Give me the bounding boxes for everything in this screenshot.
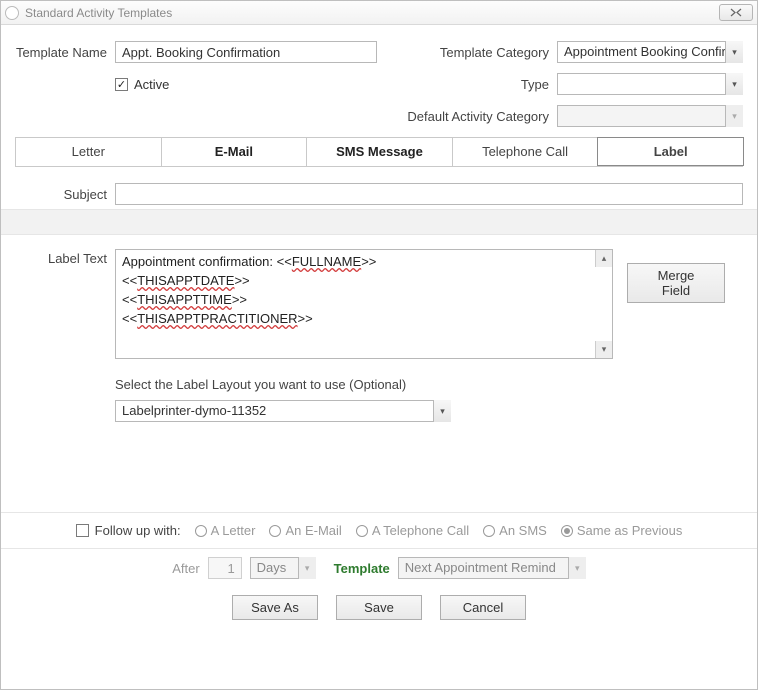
tab-label[interactable]: Label [597, 137, 744, 166]
template-category-value: Appointment Booking Confirmat [557, 41, 743, 63]
subject-input[interactable] [115, 183, 743, 205]
window-close-button[interactable] [719, 4, 753, 21]
label-text-label: Label Text [15, 249, 115, 359]
followup-bar: Follow up with: A Letter An E-Mail A Tel… [1, 512, 757, 549]
followup-radio-sms[interactable]: An SMS [483, 523, 547, 538]
spacer [1, 426, 757, 512]
followup-label: Follow up with: [95, 523, 181, 538]
radio-icon [483, 525, 495, 537]
tab-letter[interactable]: Letter [15, 137, 162, 166]
subject-label: Subject [15, 187, 115, 202]
chevron-down-icon: ▾ [725, 41, 743, 63]
after-unit-select[interactable]: Days ▾ [250, 557, 316, 579]
label-text-line3: <<THISAPPTTIME>> [122, 290, 592, 309]
after-row: After Days ▾ Template Next Appointment R… [1, 549, 757, 579]
followup-checkbox[interactable]: Follow up with: [76, 523, 181, 538]
window-title: Standard Activity Templates [25, 6, 719, 20]
radio-icon [269, 525, 281, 537]
label-text-line4: <<THISAPPTPRACTITIONER>> [122, 309, 592, 328]
chevron-down-icon: ▾ [725, 105, 743, 127]
tab-sms[interactable]: SMS Message [306, 137, 453, 166]
default-activity-category-label: Default Activity Category [15, 109, 557, 124]
label-text-textarea[interactable]: Appointment confirmation: <<FULLNAME>> <… [115, 249, 613, 359]
tab-strip: Letter E-Mail SMS Message Telephone Call… [15, 137, 743, 167]
template-category-label: Template Category [377, 45, 557, 60]
save-as-button[interactable]: Save As [232, 595, 318, 620]
default-activity-category-select[interactable]: ▾ [557, 105, 743, 127]
label-layout-value: Labelprinter-dymo-11352 [115, 400, 451, 422]
merge-token: THISAPPTPRACTITIONER [137, 311, 297, 326]
template-label: Template [334, 561, 390, 576]
type-label: Type [377, 77, 557, 92]
window-frame: Standard Activity Templates Template Nam… [0, 0, 758, 690]
radio-icon [356, 525, 368, 537]
tab-telephone[interactable]: Telephone Call [452, 137, 599, 166]
tab-email[interactable]: E-Mail [161, 137, 308, 166]
merge-field-button[interactable]: Merge Field [627, 263, 725, 303]
scroll-down-icon[interactable]: ▾ [595, 341, 612, 358]
label-text-line2: <<THISAPPTDATE>> [122, 271, 592, 290]
label-layout-hint: Select the Label Layout you want to use … [115, 377, 743, 392]
checkbox-mark-icon: ✓ [115, 78, 128, 91]
followup-radio-same[interactable]: Same as Previous [561, 523, 683, 538]
label-layout-select[interactable]: Labelprinter-dymo-11352 ▾ [115, 400, 451, 422]
header-form: Template Name Template Category Appointm… [1, 25, 757, 173]
template-category-select[interactable]: Appointment Booking Confirmat ▾ [557, 41, 743, 63]
template-name-input[interactable] [115, 41, 377, 63]
merge-token: FULLNAME [292, 254, 361, 269]
merge-token: THISAPPTDATE [137, 273, 234, 288]
chevron-down-icon: ▾ [568, 557, 586, 579]
radio-icon [195, 525, 207, 537]
type-select[interactable]: ▾ [557, 73, 743, 95]
checkbox-empty-icon [76, 524, 89, 537]
after-input[interactable] [208, 557, 242, 579]
followup-radio-letter[interactable]: A Letter [195, 523, 256, 538]
scroll-up-icon[interactable]: ▴ [595, 250, 612, 267]
titlebar: Standard Activity Templates [1, 1, 757, 25]
followup-template-select[interactable]: Next Appointment Remind ▾ [398, 557, 586, 579]
active-label: Active [134, 77, 169, 92]
type-value [557, 73, 743, 95]
chevron-down-icon: ▾ [433, 400, 451, 422]
followup-template-value: Next Appointment Remind [398, 557, 586, 579]
merge-token: THISAPPTTIME [137, 292, 232, 307]
save-button[interactable]: Save [336, 595, 422, 620]
app-icon [5, 6, 19, 20]
default-activity-category-value [557, 105, 743, 127]
followup-radio-email[interactable]: An E-Mail [269, 523, 341, 538]
subject-pane: Subject [1, 173, 757, 209]
followup-radio-telephone[interactable]: A Telephone Call [356, 523, 469, 538]
radio-icon [561, 525, 573, 537]
chevron-down-icon: ▾ [298, 557, 316, 579]
template-name-label: Template Name [15, 45, 115, 60]
after-label: After [172, 561, 199, 576]
active-checkbox[interactable]: ✓ Active [115, 77, 377, 92]
label-text-line1: Appointment confirmation: <<FULLNAME>> [122, 252, 592, 271]
label-pane: Label Text Appointment confirmation: <<F… [1, 235, 757, 426]
chevron-down-icon: ▾ [725, 73, 743, 95]
cancel-button[interactable]: Cancel [440, 595, 526, 620]
separator-strip [1, 209, 757, 235]
footer-buttons: Save As Save Cancel [1, 579, 757, 630]
